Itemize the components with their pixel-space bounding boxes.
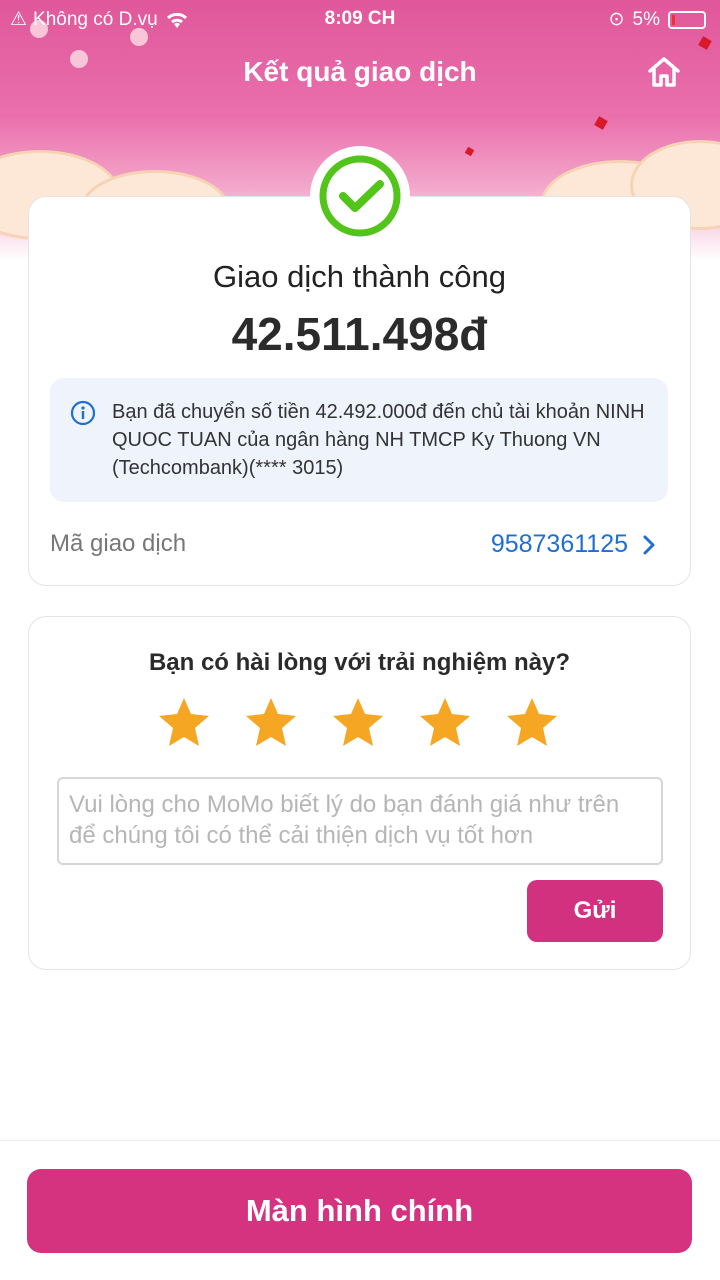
status-bar: ⚠ Không có D.vụ 8:09 CH ⊙ 5% bbox=[0, 0, 720, 38]
main-screen-button[interactable]: Màn hình chính bbox=[27, 1169, 692, 1253]
bottom-bar: Màn hình chính bbox=[0, 1140, 720, 1280]
star-rating bbox=[157, 695, 559, 749]
check-circle-icon bbox=[319, 155, 401, 237]
transaction-amount: 42.511.498đ bbox=[231, 308, 488, 360]
home-icon bbox=[648, 57, 680, 87]
star-icon-4[interactable] bbox=[418, 695, 472, 749]
confetti-decoration bbox=[464, 146, 475, 157]
star-icon-5[interactable] bbox=[505, 695, 559, 749]
status-right: ⊙ 5% bbox=[609, 8, 706, 31]
transfer-info-text: Bạn đã chuyển số tiền 42.492.000đ đến ch… bbox=[112, 401, 645, 479]
confetti-decoration bbox=[698, 36, 712, 50]
transaction-status: Giao dịch thành công bbox=[213, 259, 506, 294]
transfer-info-box: Bạn đã chuyển số tiền 42.492.000đ đến ch… bbox=[50, 378, 668, 502]
star-icon-3[interactable] bbox=[331, 695, 385, 749]
battery-icon bbox=[668, 10, 706, 29]
page-title: Kết quả giao dịch bbox=[243, 56, 477, 87]
home-button[interactable] bbox=[646, 54, 682, 90]
info-icon bbox=[70, 400, 96, 426]
rating-question: Bạn có hài lòng với trải nghiệm này? bbox=[148, 649, 571, 676]
rating-card: Bạn có hài lòng với trải nghiệm này? Vui… bbox=[28, 616, 691, 970]
rotation-lock-icon: ⊙ bbox=[608, 9, 625, 30]
transaction-result-card: Giao dịch thành công 42.511.498đ Bạn đã … bbox=[28, 196, 691, 586]
success-badge bbox=[310, 146, 410, 246]
feedback-input[interactable]: Vui lòng cho MoMo biết lý do bạn đánh gi… bbox=[57, 777, 663, 865]
send-feedback-button[interactable]: Gửi bbox=[527, 880, 663, 942]
star-icon-2[interactable] bbox=[244, 695, 298, 749]
transaction-id-link[interactable]: 9587361125 bbox=[491, 530, 656, 559]
transaction-id-value: 9587361125 bbox=[490, 530, 628, 558]
transaction-id-label: Mã giao dịch bbox=[50, 530, 187, 557]
star-icon-1[interactable] bbox=[157, 695, 211, 749]
battery-percent: 5% bbox=[632, 8, 660, 30]
confetti-decoration bbox=[594, 116, 608, 130]
chevron-right-icon bbox=[643, 535, 655, 554]
